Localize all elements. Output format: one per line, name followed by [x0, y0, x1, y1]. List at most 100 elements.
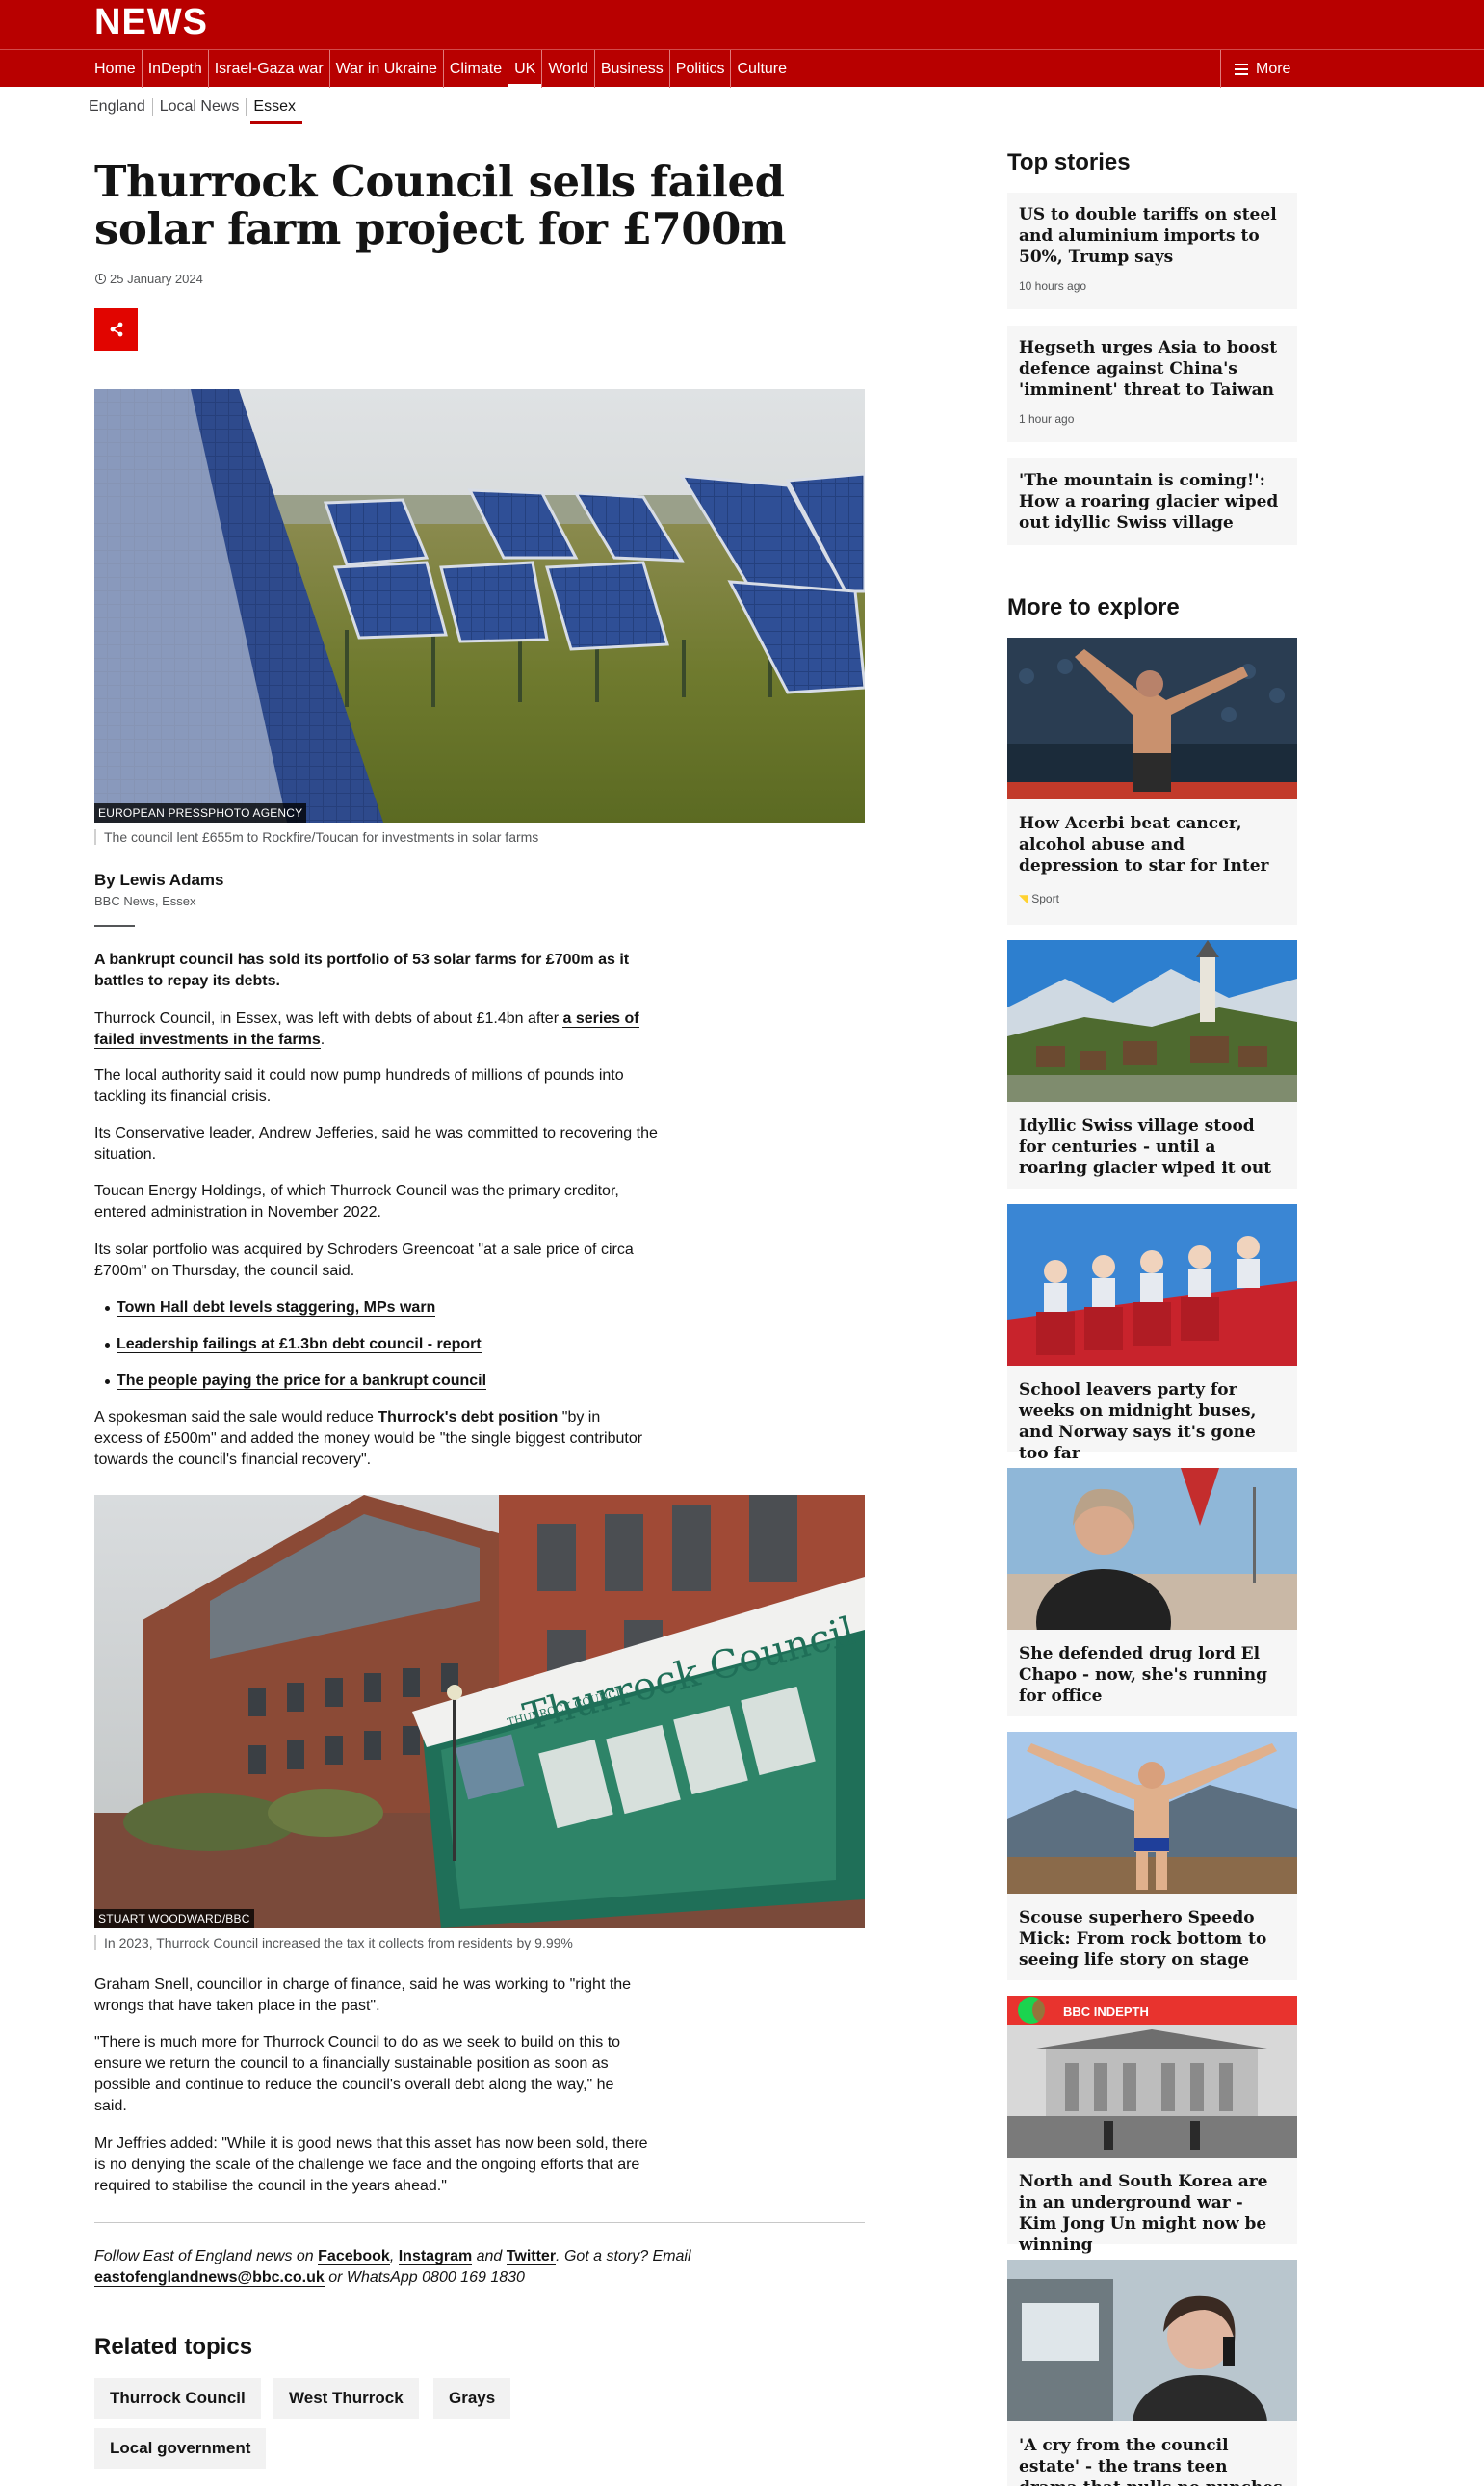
article-paragraph: Its Conservative leader, Andrew Jefferie… — [94, 1125, 658, 1163]
more-to-explore-heading: More to explore — [1007, 594, 1180, 620]
author-name: By Lewis Adams — [94, 871, 224, 889]
related-link[interactable]: Leadership failings at £1.3bn debt counc… — [117, 1336, 482, 1353]
related-topics-heading: Related topics — [94, 2334, 253, 2360]
explore-card[interactable]: How Acerbi beat cancer, alcohol abuse an… — [1007, 638, 1297, 925]
top-story-card[interactable]: 'The mountain is coming!': How a roaring… — [1007, 458, 1297, 545]
topic-thurrock-council[interactable]: Thurrock Council — [94, 2378, 261, 2419]
article-lead: A bankrupt council has sold its portfoli… — [94, 952, 630, 989]
article-paragraph: Its solar portfolio was acquired by Schr… — [94, 1242, 634, 1279]
nav-world[interactable]: World — [542, 50, 595, 88]
explore-title: 'A cry from the council estate' - the tr… — [1019, 2436, 1283, 2486]
explore-title: Scouse superhero Speedo Mick: From rock … — [1019, 1908, 1267, 1970]
follow-text: or WhatsApp 0800 169 1830 — [324, 2269, 525, 2286]
explore-card[interactable]: She defended drug lord El Chapo - now, s… — [1007, 1468, 1297, 1716]
article-paragraph: The local authority said it could now pu… — [94, 1067, 624, 1105]
nav-israel-gaza-war[interactable]: Israel-Gaza war — [209, 50, 330, 88]
facebook-link[interactable]: Facebook — [318, 2248, 390, 2265]
top-story-time: 10 hours ago — [1019, 279, 1087, 293]
explore-title: She defended drug lord El Chapo - now, s… — [1019, 1644, 1267, 1706]
share-button[interactable] — [94, 308, 138, 351]
explore-card[interactable]: BBC INDEPTH North and South Korea are in… — [1007, 1996, 1297, 2255]
explore-card[interactable]: 'A cry from the council estate' - the tr… — [1007, 2260, 1297, 2486]
footballer-celebration-photo — [1007, 638, 1297, 799]
masthead: NEWS — [0, 0, 1484, 49]
image-caption: The council lent £655m to Rockfire/Touca… — [94, 829, 538, 845]
explore-thumbnail — [1007, 940, 1297, 1102]
follow-text: and — [472, 2248, 507, 2264]
subnav-england[interactable]: England — [89, 98, 153, 116]
author-role: BBC News, Essex — [94, 894, 196, 908]
nav-climate[interactable]: Climate — [444, 50, 509, 88]
article-paragraph: "There is much more for Thurrock Council… — [94, 2034, 621, 2114]
article-paragraph: Toucan Energy Holdings, of which Thurroc… — [94, 1183, 619, 1220]
speedo-mick-photo — [1007, 1732, 1297, 1894]
related-link-item: The people paying the price for a bankru… — [104, 1371, 487, 1392]
explore-card[interactable]: Scouse superhero Speedo Mick: From rock … — [1007, 1732, 1297, 1980]
email-link[interactable]: eastofenglandnews@bbc.co.uk — [94, 2269, 325, 2287]
article-paragraph: Mr Jeffries added: "While it is good new… — [94, 2135, 648, 2194]
nav-indepth[interactable]: InDepth — [143, 50, 209, 88]
article-paragraph: A spokesman said the sale would reduce T… — [94, 1407, 643, 1471]
explore-thumbnail — [1007, 638, 1297, 799]
related-link[interactable]: The people paying the price for a bankru… — [117, 1373, 487, 1390]
follow-text: . Got a story? Email — [556, 2248, 691, 2264]
subnav-essex[interactable]: Essex — [247, 98, 302, 124]
article-headline: Thurrock Council sells failed solar farm… — [94, 156, 787, 254]
top-story-card[interactable]: US to double tariffs on steel and alumin… — [1007, 193, 1297, 309]
topic-grays[interactable]: Grays — [433, 2378, 511, 2419]
follow-text: , — [389, 2248, 399, 2264]
news-logo[interactable]: NEWS — [94, 2, 208, 43]
explore-thumbnail — [1007, 1204, 1297, 1366]
nav-culture[interactable]: Culture — [731, 50, 793, 88]
related-link-item: Leadership failings at £1.3bn debt counc… — [105, 1334, 482, 1355]
twitter-link[interactable]: Twitter — [506, 2248, 557, 2265]
nav-home[interactable]: Home — [89, 50, 143, 88]
more-menu-button[interactable]: More — [1220, 50, 1308, 88]
top-story-card[interactable]: Hegseth urges Asia to boost defence agai… — [1007, 326, 1297, 442]
top-story-title: 'The mountain is coming!': How a roaring… — [1019, 471, 1279, 533]
image-credit: EUROPEAN PRESSPHOTO AGENCY — [94, 803, 307, 823]
explore-title: North and South Korea are in an undergro… — [1019, 2172, 1268, 2255]
nav-uk[interactable]: UK — [508, 50, 543, 88]
related-link[interactable]: Town Hall debt levels staggering, MPs wa… — [117, 1299, 436, 1317]
share-icon — [110, 322, 122, 337]
nav-war-in-ukraine[interactable]: War in Ukraine — [330, 50, 444, 88]
solar-panels-illustration — [94, 389, 865, 823]
subnav-local-news[interactable]: Local News — [153, 98, 247, 116]
debt-position-link[interactable]: Thurrock's debt position — [378, 1409, 559, 1426]
trans-teen-drama-photo — [1007, 2260, 1297, 2421]
explore-card[interactable]: Idyllic Swiss village stood for centurie… — [1007, 940, 1297, 1189]
article-divider — [94, 2222, 865, 2223]
council-building-image: THURROCK COUNCIL Thurrock Council STUART… — [94, 1495, 865, 1928]
explore-title: School leavers party for weeks on midnig… — [1019, 1380, 1257, 1463]
related-link-item: Town Hall debt levels staggering, MPs wa… — [104, 1297, 436, 1319]
topic-west-thurrock[interactable]: West Thurrock — [273, 2378, 419, 2419]
explore-thumbnail: BBC INDEPTH — [1007, 1996, 1297, 2158]
explore-card[interactable]: School leavers party for weeks on midnig… — [1007, 1204, 1297, 1463]
korea-border-photo: BBC INDEPTH — [1007, 1996, 1297, 2158]
sport-tag: ◥ Sport — [1019, 892, 1059, 905]
explore-thumbnail — [1007, 1468, 1297, 1630]
article-date: 25 January 2024 — [95, 272, 203, 286]
paragraph-text: . — [320, 1032, 325, 1048]
date-text: 25 January 2024 — [110, 272, 203, 286]
indepth-badge: BBC INDEPTH — [1063, 2004, 1149, 2019]
menu-icon — [1235, 61, 1248, 78]
sport-icon: ◥ — [1019, 892, 1028, 905]
paragraph-text: Thurrock Council, in Essex, was left wit… — [94, 1010, 563, 1027]
follow-text: Follow East of England news on — [94, 2248, 319, 2264]
article-paragraph: Thurrock Council, in Essex, was left wit… — [94, 1008, 663, 1051]
top-story-title: Hegseth urges Asia to boost defence agai… — [1019, 338, 1278, 400]
instagram-link[interactable]: Instagram — [398, 2248, 473, 2265]
image-caption: In 2023, Thurrock Council increased the … — [94, 1935, 573, 1950]
explore-thumbnail — [1007, 2260, 1297, 2421]
nav-politics[interactable]: Politics — [670, 50, 732, 88]
nav-business[interactable]: Business — [595, 50, 670, 88]
topic-local-government[interactable]: Local government — [94, 2428, 267, 2469]
top-story-time: 1 hour ago — [1019, 412, 1075, 426]
woman-portrait-photo — [1007, 1468, 1297, 1630]
article-paragraph: Graham Snell, councillor in charge of fi… — [94, 1976, 632, 2014]
nav-items: Home InDepth Israel-Gaza war War in Ukra… — [89, 50, 793, 88]
explore-thumbnail — [1007, 1732, 1297, 1894]
sport-tag-label: Sport — [1031, 892, 1059, 905]
